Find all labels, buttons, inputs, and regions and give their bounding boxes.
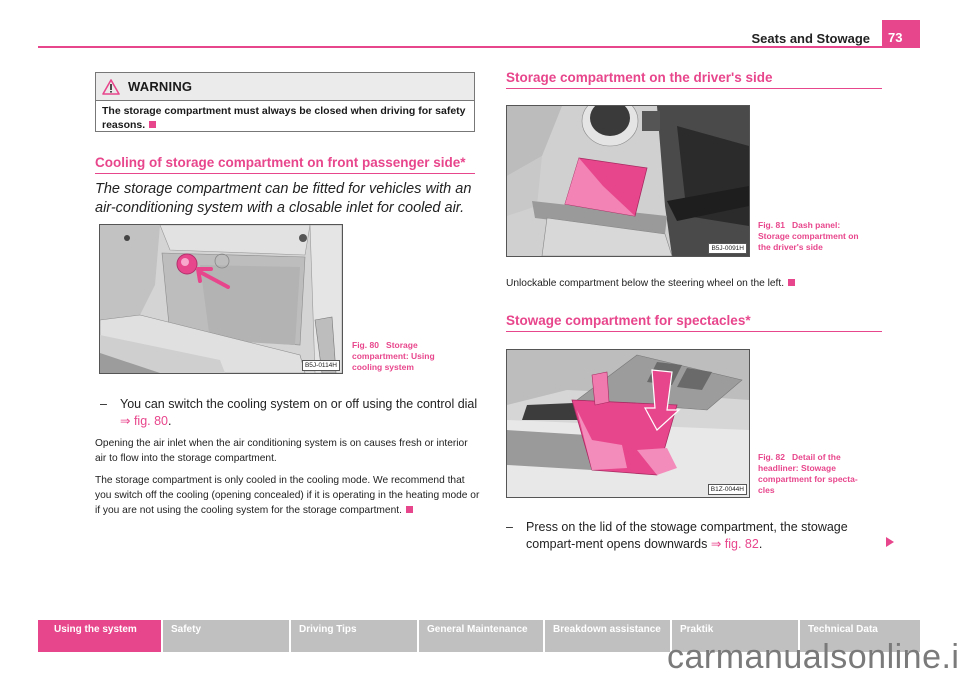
warning-box: WARNING The storage compartment must alw… (95, 72, 475, 132)
paragraph-cooling-mode: The storage compartment is only cooled i… (95, 473, 480, 518)
glovebox-illustration (100, 225, 342, 373)
section-heading-spectacles: Stowage compartment for spectacles* (506, 313, 882, 332)
end-of-section-icon (788, 279, 796, 286)
nav-tab-general-maintenance[interactable]: General Maintenance (419, 620, 543, 652)
nav-tab-breakdown-assistance[interactable]: Breakdown assistance (545, 620, 670, 652)
figure-81-image: B5J-0091H (506, 105, 750, 257)
figure-82-caption: Fig. 82 Detail of the headliner: Stowage… (758, 452, 868, 496)
dash-panel-illustration (507, 106, 749, 256)
warning-header: WARNING (96, 73, 474, 101)
nav-tab-driving-tips[interactable]: Driving Tips (291, 620, 417, 652)
figure-81-label: Fig. 81 (758, 220, 785, 230)
next-page-arrow-icon[interactable] (886, 537, 894, 547)
figure-82-image: B1Z-0044H (506, 349, 750, 498)
watermark: carmanualsonline.info (667, 638, 960, 676)
warning-text: The storage compartment must always be c… (96, 101, 474, 132)
page-number: 73 (882, 20, 920, 47)
step-text: Press on the lid of the stowage compartm… (526, 520, 848, 551)
paragraph-unlockable-compartment: Unlockable compartment below the steerin… (506, 276, 886, 291)
figure-80-image: B5J-0114H (99, 224, 343, 374)
instruction-step-cooling: – You can switch the cooling system on o… (100, 396, 480, 430)
step-text: You can switch the cooling system on or … (120, 397, 478, 411)
warning-triangle-icon (102, 78, 120, 95)
figure-82-label: Fig. 82 (758, 452, 785, 462)
figure-80-label: Fig. 80 (352, 340, 379, 350)
step-end: . (168, 414, 172, 428)
figure-80-code: B5J-0114H (301, 360, 340, 371)
section-heading-cooling: Cooling of storage compartment on front … (95, 155, 475, 174)
nav-tab-safety[interactable]: Safety (163, 620, 289, 652)
warning-title: WARNING (128, 79, 193, 94)
end-of-section-icon (405, 506, 413, 513)
header-rule (38, 46, 920, 48)
figure-81-caption: Fig. 81 Dash panel: Storage compartment … (758, 220, 873, 253)
figure-80-link[interactable]: ⇒ fig. 80 (120, 414, 168, 428)
step-dash: – (100, 397, 107, 411)
section-heading-drivers-side: Storage compartment on the driver's side (506, 70, 882, 89)
instruction-step-spectacles: – Press on the lid of the stowage compar… (506, 519, 876, 553)
figure-81-code: B5J-0091H (708, 243, 747, 254)
end-of-section-icon (149, 121, 157, 128)
step-dash: – (506, 520, 513, 534)
warning-text-content: The storage compartment must always be c… (102, 105, 466, 131)
figure-82-code: B1Z-0044H (707, 484, 747, 495)
figure-82-link[interactable]: ⇒ fig. 82 (711, 537, 759, 551)
section-title: Seats and Stowage (751, 31, 870, 46)
section-intro-cooling: The storage compartment can be fitted fo… (95, 181, 472, 216)
paragraph-cooling-mode-text: The storage compartment is only cooled i… (95, 475, 480, 516)
step-end: . (758, 537, 763, 551)
paragraph-unlockable-text: Unlockable compartment below the steerin… (506, 278, 785, 289)
figure-80-caption: Fig. 80 Storage compartment: Using cooli… (352, 340, 452, 373)
headliner-illustration (507, 350, 749, 497)
nav-tab-using-the-system[interactable]: Using the system (38, 620, 161, 652)
paragraph-air-inlet: Opening the air inlet when the air condi… (95, 438, 468, 464)
